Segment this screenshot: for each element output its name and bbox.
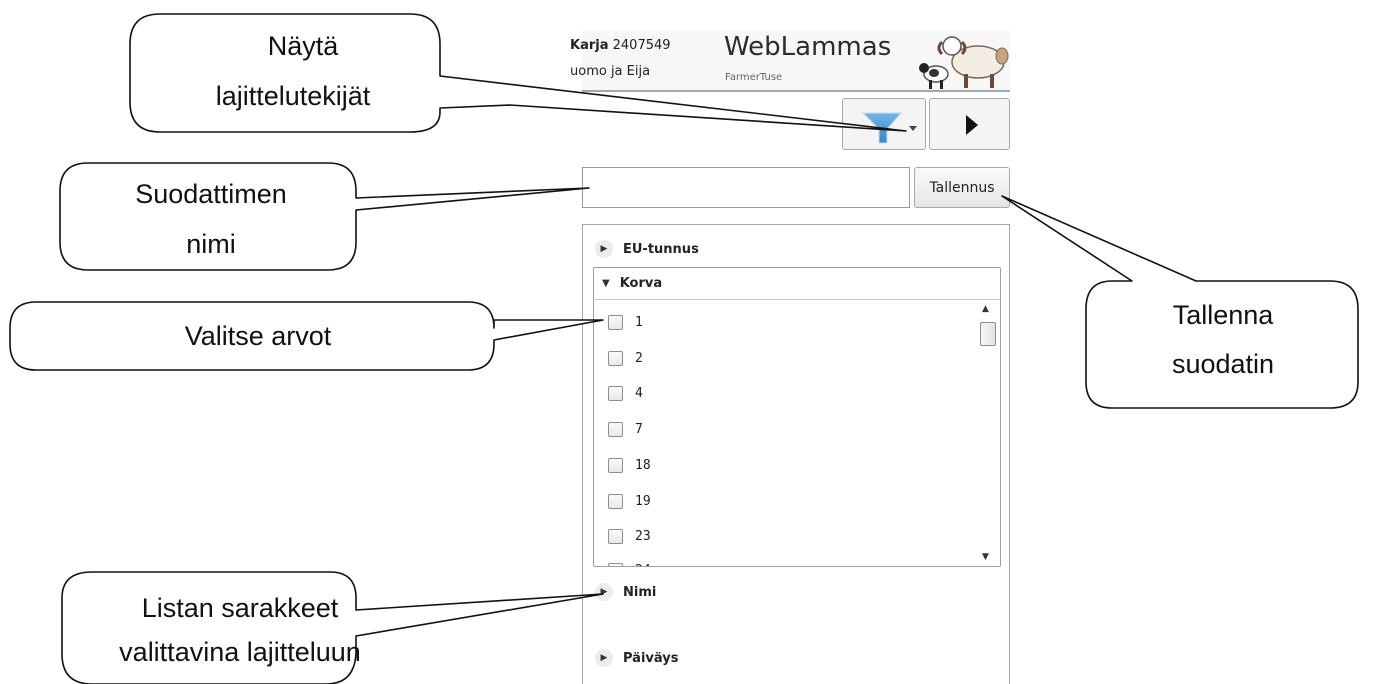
callout-filter-name-line2: nimi: [186, 229, 236, 259]
callout-select-values-line1: Valitse arvot: [184, 321, 332, 351]
callout-sort-factors-line1: Näytä: [267, 31, 339, 61]
callout-filter-name-line1: Suodattimen: [135, 179, 287, 209]
callout-save-filter-line1: Tallenna: [1172, 300, 1274, 330]
callout-list-columns-line2: valittavina lajitteluun: [119, 637, 361, 667]
callout-list-columns-line1: Listan sarakkeet: [141, 593, 339, 623]
callout-sort-factors-line2: lajittelutekijät: [215, 81, 371, 111]
callout-save-filter-line2: suodatin: [1171, 349, 1275, 379]
